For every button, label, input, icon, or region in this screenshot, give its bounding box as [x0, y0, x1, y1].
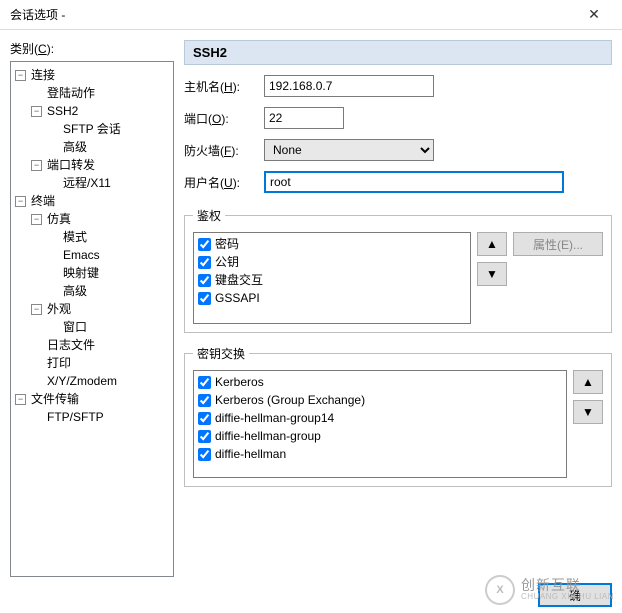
auth-move-down[interactable]: ▼ [477, 262, 507, 286]
auth-item-gssapi[interactable]: GSSAPI [198, 289, 466, 307]
port-input[interactable] [264, 107, 344, 129]
category-tree[interactable]: − 连接 登陆动作 − SSH2 [10, 61, 174, 577]
auth-item-keyboard[interactable]: 键盘交互 [198, 271, 466, 289]
tree-node-print[interactable]: 打印 [31, 354, 171, 372]
close-icon: ✕ [588, 6, 600, 23]
ok-button[interactable]: 确 [538, 583, 612, 607]
kex-check-dh-g14[interactable] [198, 412, 211, 425]
kex-item-dh-group[interactable]: diffie-hellman-group [198, 427, 562, 445]
kex-check-dh[interactable] [198, 448, 211, 461]
auth-move-up[interactable]: ▲ [477, 232, 507, 256]
auth-check-password[interactable] [198, 238, 211, 251]
firewall-select[interactable]: None [264, 139, 434, 161]
tree-node-log-file[interactable]: 日志文件 [31, 336, 171, 354]
tree-node-remote-x11[interactable]: 远程/X11 [47, 174, 171, 192]
tree-node-ftp-sftp[interactable]: FTP/SFTP [31, 408, 171, 426]
kex-move-down[interactable]: ▼ [573, 400, 603, 424]
tree-node-ssh2[interactable]: − SSH2 [31, 102, 171, 120]
down-icon: ▼ [486, 267, 498, 281]
tree-node-mode[interactable]: 模式 [47, 228, 171, 246]
kex-item-kerberos-ge[interactable]: Kerberos (Group Exchange) [198, 391, 562, 409]
kex-check-kerberos[interactable] [198, 376, 211, 389]
port-label: 端口(O): [184, 110, 264, 127]
kex-move-up[interactable]: ▲ [573, 370, 603, 394]
auth-check-publickey[interactable] [198, 256, 211, 269]
tree-node-emulation[interactable]: − 仿真 [31, 210, 171, 228]
hostname-label: 主机名(H): [184, 78, 264, 95]
pane-header: SSH2 [184, 40, 612, 65]
collapse-icon[interactable]: − [31, 214, 42, 225]
auth-listbox[interactable]: 密码 公钥 键盘交互 GSSAPI [193, 232, 471, 324]
kex-item-kerberos[interactable]: Kerberos [198, 373, 562, 391]
auth-legend: 鉴权 [193, 207, 225, 224]
tree-node-port-forward[interactable]: − 端口转发 [31, 156, 171, 174]
kex-listbox[interactable]: Kerberos Kerberos (Group Exchange) diffi… [193, 370, 567, 478]
auth-check-keyboard[interactable] [198, 274, 211, 287]
tree-node-mapped-keys[interactable]: 映射键 [47, 264, 171, 282]
tree-node-file-transfer[interactable]: − 文件传输 [15, 390, 171, 408]
close-button[interactable]: ✕ [574, 1, 614, 29]
title-bar: 会话选项 - ✕ [0, 0, 622, 30]
hostname-input[interactable] [264, 75, 434, 97]
firewall-label: 防火墙(F): [184, 142, 264, 159]
tree-node-sftp-session[interactable]: SFTP 会话 [47, 120, 171, 138]
down-icon: ▼ [582, 405, 594, 419]
kex-legend: 密钥交换 [193, 345, 249, 362]
window-title: 会话选项 - [10, 6, 574, 23]
tree-node-terminal[interactable]: − 终端 [15, 192, 171, 210]
tree-node-xyzmodem[interactable]: X/Y/Zmodem [31, 372, 171, 390]
tree-node-emacs[interactable]: Emacs [47, 246, 171, 264]
username-input[interactable] [264, 171, 564, 193]
up-icon: ▲ [582, 375, 594, 389]
kex-item-dh-g14[interactable]: diffie-hellman-group14 [198, 409, 562, 427]
tree-node-connection[interactable]: − 连接 [15, 66, 171, 84]
tree-node-appearance[interactable]: − 外观 [31, 300, 171, 318]
tree-node-window[interactable]: 窗口 [47, 318, 171, 336]
collapse-icon[interactable]: − [15, 70, 26, 81]
kex-item-dh[interactable]: diffie-hellman [198, 445, 562, 463]
collapse-icon[interactable]: − [15, 196, 26, 207]
kex-group: 密钥交换 Kerberos Kerberos (Group Exchange) … [184, 345, 612, 487]
tree-node-login[interactable]: 登陆动作 [31, 84, 171, 102]
collapse-icon[interactable]: − [15, 394, 26, 405]
kex-check-kerberos-ge[interactable] [198, 394, 211, 407]
collapse-icon[interactable]: − [31, 106, 42, 117]
auth-item-publickey[interactable]: 公钥 [198, 253, 466, 271]
collapse-icon[interactable]: − [31, 304, 42, 315]
username-label: 用户名(U): [184, 174, 264, 191]
up-icon: ▲ [486, 237, 498, 251]
collapse-icon[interactable]: − [31, 160, 42, 171]
kex-check-dh-group[interactable] [198, 430, 211, 443]
dialog-buttons: 确 [10, 577, 612, 607]
auth-check-gssapi[interactable] [198, 292, 211, 305]
auth-group: 鉴权 密码 公钥 键盘交互 GSSAPI ▲ ▼ 属性(E)... [184, 207, 612, 333]
auth-item-password[interactable]: 密码 [198, 235, 466, 253]
tree-node-advanced-ssh[interactable]: 高级 [47, 138, 171, 156]
category-label: 类别(C): [10, 40, 174, 57]
tree-node-advanced-term[interactable]: 高级 [47, 282, 171, 300]
auth-properties-button[interactable]: 属性(E)... [513, 232, 603, 256]
